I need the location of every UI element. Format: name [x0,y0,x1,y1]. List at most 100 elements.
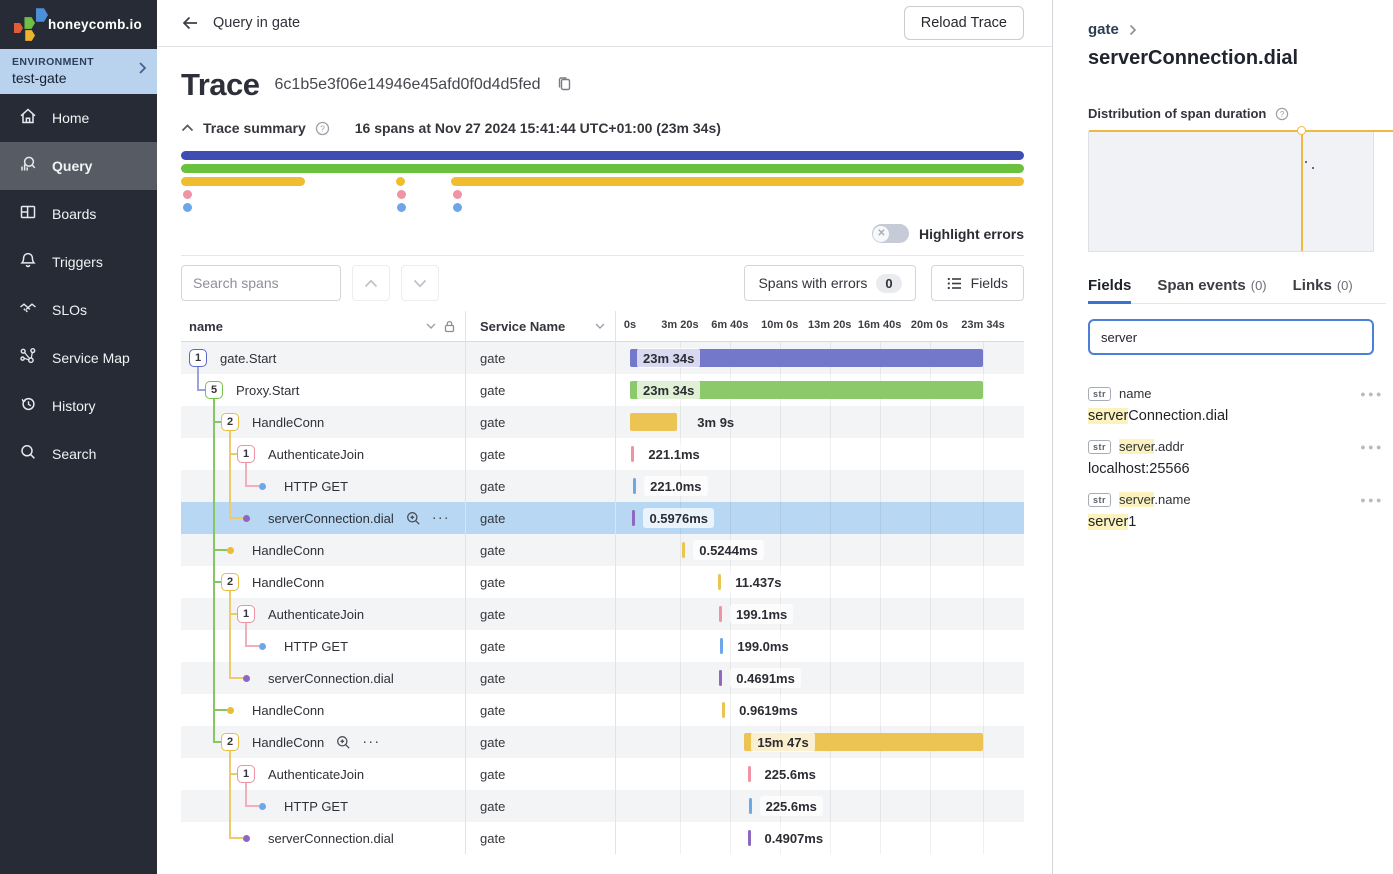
gridline [880,438,881,470]
trace-span-row[interactable]: 1AuthenticateJoingate221.1ms [181,438,1024,470]
reload-trace-button[interactable]: Reload Trace [904,6,1024,40]
span-service-cell: gate [466,822,616,854]
trace-span-row[interactable]: 1AuthenticateJoingate199.1ms [181,598,1024,630]
span-detail-panel: gate serverConnection.dial Distribution … [1053,0,1393,874]
minimap-row [181,203,1024,212]
child-count-badge[interactable]: 2 [221,413,239,431]
search-spans-input[interactable] [181,265,341,301]
duration-label: 23m 34s [637,380,700,400]
sidebar-item-service-map[interactable]: Service Map [0,334,157,382]
child-count-badge[interactable]: 5 [205,381,223,399]
main-area: Query in gate Reload Trace Trace 6c1b5e3… [157,0,1052,874]
gridline [830,598,831,630]
sort-chevron-icon[interactable] [426,323,436,329]
help-icon[interactable]: ? [1275,107,1289,121]
highlight-errors-toggle[interactable]: ✕ [872,224,909,243]
sort-chevron-icon[interactable] [595,323,605,329]
child-count-badge[interactable]: 2 [221,733,239,751]
back-arrow-icon[interactable] [181,14,199,32]
prev-match-button[interactable] [352,265,390,301]
trace-span-row[interactable]: serverConnection.dialgate0.4691ms [181,662,1024,694]
span-service-cell: gate [466,662,616,694]
sidebar-item-triggers[interactable]: Triggers [0,238,157,286]
child-count-badge[interactable]: 1 [237,765,255,783]
next-match-button[interactable] [401,265,439,301]
field-key: server.name [1119,492,1191,507]
sidebar-item-slos[interactable]: SLOs [0,286,157,334]
leaf-span-dot [221,701,239,719]
span-name: Proxy.Start [236,383,299,398]
sidebar-item-label: Triggers [52,254,103,270]
axis-tick-label: 3m 20s [661,319,698,331]
span-duration-cell: 0.5244ms [616,534,1024,566]
distribution-label: Distribution of span duration [1088,106,1266,121]
toggle-x-icon: ✕ [873,226,889,242]
tab-links[interactable]: Links(0) [1293,277,1353,303]
query-icon [18,154,38,179]
trace-span-row[interactable]: HandleConngate 0.9619ms [181,694,1024,726]
span-duration-cell: 199.1ms [616,598,1024,630]
field-menu-icon[interactable]: ●●● [1360,495,1384,505]
span-name-cell: serverConnection.dial [181,662,466,694]
trace-span-row[interactable]: 2HandleConngate11.437s [181,566,1024,598]
sidebar-item-home[interactable]: Home [0,94,157,142]
row-menu-icon[interactable]: ··· [362,737,380,747]
span-name: HandleConn [252,735,324,750]
span-name-cell: HandleConn [181,694,466,726]
span-duration-cell: 199.0ms [616,630,1024,662]
collapse-chevron-icon[interactable] [181,124,194,132]
field-menu-icon[interactable]: ●●● [1360,442,1384,452]
row-menu-icon[interactable]: ··· [432,513,450,523]
sidebar-item-search[interactable]: Search [0,430,157,478]
gridline [730,822,731,854]
spans-with-errors-button[interactable]: Spans with errors 0 [744,265,915,301]
tab-fields[interactable]: Fields [1088,277,1131,303]
trace-span-row[interactable]: 1AuthenticateJoingate225.6ms [181,758,1024,790]
tab-span-events[interactable]: Span events(0) [1157,277,1266,303]
trace-span-row[interactable]: serverConnection.dial···gate0.5976ms [181,502,1024,534]
child-count-badge[interactable]: 1 [237,605,255,623]
span-name-cell: HTTP GET [181,790,466,822]
trace-span-row[interactable]: 5Proxy.Startgate23m 34s [181,374,1024,406]
name-column-header[interactable]: name [189,319,223,334]
trace-span-row[interactable]: serverConnection.dialgate0.4907ms [181,822,1024,854]
child-count-badge[interactable]: 1 [237,445,255,463]
zoom-in-icon[interactable] [406,511,421,526]
service-name-column-header[interactable]: Service Name [480,319,565,334]
duration-tick [682,542,685,558]
duration-label: 0.9619ms [733,700,804,720]
span-service-cell: gate [466,726,616,758]
span-service-cell: gate [466,758,616,790]
trace-span-row[interactable]: HandleConngate0.5244ms [181,534,1024,566]
trace-span-row[interactable]: 2 HandleConn ··· gate 15m 47s [181,726,1024,758]
span-service-cell: gate [466,694,616,726]
trace-span-row[interactable]: 2HandleConngate3m 9s [181,406,1024,438]
fields-button[interactable]: Fields [931,265,1024,301]
trace-span-row[interactable]: HTTP GETgate199.0ms [181,630,1024,662]
sidebar-item-query[interactable]: Query [0,142,157,190]
trace-span-row[interactable]: HTTP GETgate221.0ms [181,470,1024,502]
copy-icon[interactable] [556,75,572,97]
gridline [830,502,831,534]
duration-track: 15m 47s [630,726,983,758]
lock-icon[interactable] [444,320,455,333]
sidebar-item-history[interactable]: History [0,382,157,430]
span-service-cell: gate [466,598,616,630]
field-menu-icon[interactable]: ●●● [1360,389,1384,399]
span-name: AuthenticateJoin [268,447,364,462]
trace-span-row[interactable]: HTTP GETgate225.6ms [181,790,1024,822]
child-count-badge[interactable]: 1 [189,349,207,367]
breadcrumb-service[interactable]: gate [1088,21,1119,38]
duration-tick [748,830,751,846]
field-search-input[interactable] [1088,319,1374,355]
sidebar-item-boards[interactable]: Boards [0,190,157,238]
honeycomb-logo[interactable]: honeycomb.io [0,0,157,49]
gridline [680,662,681,694]
zoom-in-icon[interactable] [336,735,351,750]
trace-minimap[interactable] [181,151,1024,212]
environment-switcher[interactable]: ENVIRONMENT test-gate [0,49,157,94]
help-icon[interactable]: ? [315,121,330,136]
span-duration-distribution-chart[interactable] [1088,131,1374,252]
trace-span-row[interactable]: 1gate.Startgate23m 34s [181,342,1024,374]
child-count-badge[interactable]: 2 [221,573,239,591]
